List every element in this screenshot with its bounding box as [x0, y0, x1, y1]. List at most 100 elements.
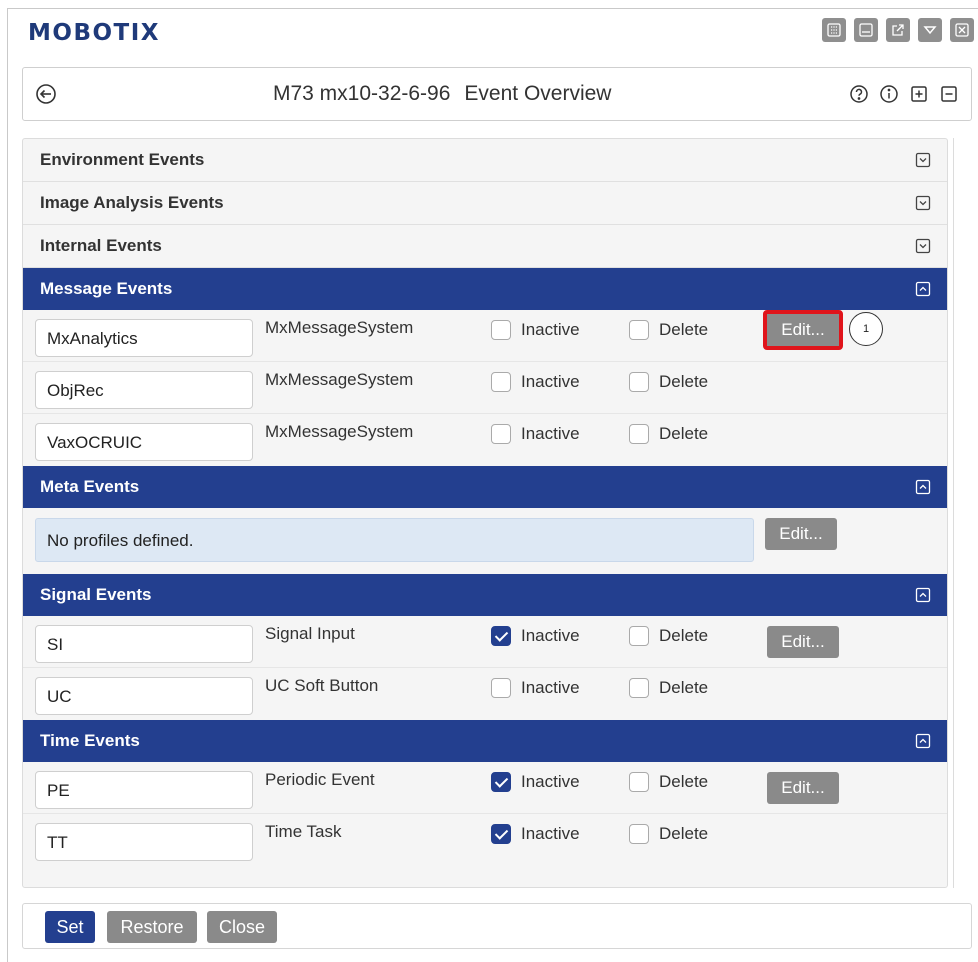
info-icon[interactable]: [879, 84, 899, 104]
checkbox-box[interactable]: [629, 678, 649, 698]
section-label: Time Events: [40, 731, 140, 750]
inactive-checkbox[interactable]: Inactive: [491, 772, 580, 792]
profile-name-field[interactable]: PE: [35, 771, 253, 809]
restore-button[interactable]: Restore: [107, 911, 197, 943]
set-button[interactable]: Set: [45, 911, 95, 943]
grid-icon[interactable]: [822, 18, 846, 42]
section-label: Image Analysis Events: [40, 193, 224, 212]
expand-section-icon[interactable]: [915, 195, 931, 211]
profile-name-field[interactable]: ObjRec: [35, 371, 253, 409]
section-image-analysis-events[interactable]: Image Analysis Events: [23, 182, 947, 225]
section-label: Environment Events: [40, 150, 205, 169]
inactive-checkbox[interactable]: Inactive: [491, 626, 580, 646]
section-meta-events[interactable]: Meta Events: [23, 466, 947, 508]
event-type-label: Periodic Event: [265, 770, 375, 789]
delete-label: Delete: [659, 772, 709, 791]
section-label: Meta Events: [40, 477, 140, 496]
section-label: Message Events: [40, 279, 173, 298]
edit-button[interactable]: Edit...: [767, 626, 839, 658]
checkbox-box[interactable]: [491, 626, 511, 646]
checkbox-box[interactable]: [629, 320, 649, 340]
collapse-section-icon[interactable]: [915, 479, 931, 495]
help-icon[interactable]: [849, 84, 869, 104]
expand-all-icon[interactable]: [909, 84, 929, 104]
inactive-checkbox[interactable]: Inactive: [491, 824, 580, 844]
close-icon[interactable]: [950, 18, 974, 42]
delete-label: Delete: [659, 372, 709, 391]
dropdown-icon[interactable]: [918, 18, 942, 42]
minimize-icon[interactable]: [854, 18, 878, 42]
collapse-section-icon[interactable]: [915, 587, 931, 603]
title-actions: [849, 84, 959, 104]
collapse-section-icon[interactable]: [915, 733, 931, 749]
delete-checkbox[interactable]: Delete: [629, 824, 708, 844]
profile-name-field[interactable]: MxAnalytics: [35, 319, 253, 357]
inactive-label: Inactive: [521, 626, 580, 645]
inactive-checkbox[interactable]: Inactive: [491, 678, 580, 698]
checkbox-box[interactable]: [629, 372, 649, 392]
section-message-events[interactable]: Message Events: [23, 268, 947, 310]
edit-button[interactable]: Edit...: [765, 518, 837, 550]
section-time-events[interactable]: Time Events: [23, 720, 947, 762]
table-row: ObjRec MxMessageSystem Inactive Delete: [23, 362, 947, 414]
scrollbar[interactable]: [953, 138, 954, 888]
checkbox-box[interactable]: [629, 824, 649, 844]
checkbox-box[interactable]: [491, 678, 511, 698]
edit-button[interactable]: Edit...: [763, 310, 843, 350]
checkbox-box[interactable]: [491, 424, 511, 444]
delete-checkbox[interactable]: Delete: [629, 772, 708, 792]
delete-checkbox[interactable]: Delete: [629, 424, 708, 444]
delete-label: Delete: [659, 424, 709, 443]
section-label: Signal Events: [40, 585, 152, 604]
delete-label: Delete: [659, 320, 709, 339]
table-row: PE Periodic Event Inactive Delete Edit..…: [23, 762, 947, 814]
section-internal-events[interactable]: Internal Events: [23, 225, 947, 268]
event-type-label: Signal Input: [265, 624, 355, 643]
event-type-label: MxMessageSystem: [265, 318, 414, 337]
section-signal-events[interactable]: Signal Events: [23, 574, 947, 616]
inactive-label: Inactive: [521, 320, 580, 339]
inactive-label: Inactive: [521, 824, 580, 843]
event-type-label: UC Soft Button: [265, 676, 379, 695]
section-label: Internal Events: [40, 236, 162, 255]
collapse-section-icon[interactable]: [915, 281, 931, 297]
collapse-all-icon[interactable]: [939, 84, 959, 104]
profile-name-field[interactable]: SI: [35, 625, 253, 663]
close-button[interactable]: Close: [207, 911, 277, 943]
delete-label: Delete: [659, 626, 709, 645]
time-events-list: PE Periodic Event Inactive Delete Edit..…: [23, 762, 947, 866]
profile-name-field[interactable]: UC: [35, 677, 253, 715]
expand-section-icon[interactable]: [915, 152, 931, 168]
checkbox-box[interactable]: [491, 772, 511, 792]
checkbox-box[interactable]: [491, 320, 511, 340]
inactive-checkbox[interactable]: Inactive: [491, 320, 580, 340]
table-row: TT Time Task Inactive Delete: [23, 814, 947, 866]
expand-section-icon[interactable]: [915, 238, 931, 254]
window-controls: [822, 18, 974, 42]
inactive-label: Inactive: [521, 372, 580, 391]
message-events-list: MxAnalytics MxMessageSystem Inactive Del…: [23, 310, 947, 466]
back-icon[interactable]: [35, 83, 57, 105]
checkbox-box[interactable]: [491, 372, 511, 392]
checkbox-box[interactable]: [629, 626, 649, 646]
delete-checkbox[interactable]: Delete: [629, 372, 708, 392]
inactive-label: Inactive: [521, 678, 580, 697]
table-row: UC UC Soft Button Inactive Delete: [23, 668, 947, 720]
checkbox-box[interactable]: [491, 824, 511, 844]
external-link-icon[interactable]: [886, 18, 910, 42]
event-type-label: Time Task: [265, 822, 342, 841]
profile-name-field[interactable]: TT: [35, 823, 253, 861]
mobotix-logo: MOBOTIX: [28, 20, 161, 46]
edit-button[interactable]: Edit...: [767, 772, 839, 804]
checkbox-box[interactable]: [629, 424, 649, 444]
inactive-checkbox[interactable]: Inactive: [491, 424, 580, 444]
inactive-checkbox[interactable]: Inactive: [491, 372, 580, 392]
delete-checkbox[interactable]: Delete: [629, 626, 708, 646]
inactive-label: Inactive: [521, 772, 580, 791]
profile-name-field[interactable]: VaxOCRUIC: [35, 423, 253, 461]
section-environment-events[interactable]: Environment Events: [23, 139, 947, 182]
delete-checkbox[interactable]: Delete: [629, 678, 708, 698]
checkbox-box[interactable]: [629, 772, 649, 792]
delete-checkbox[interactable]: Delete: [629, 320, 708, 340]
event-type-label: MxMessageSystem: [265, 422, 414, 441]
